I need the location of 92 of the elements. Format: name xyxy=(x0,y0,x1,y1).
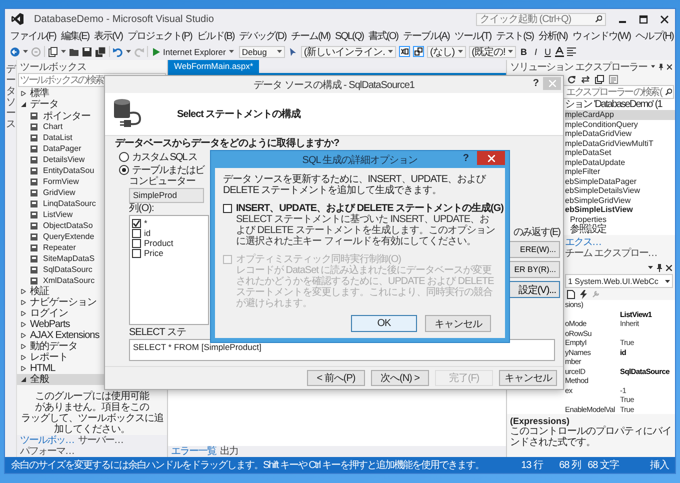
toolbox-category[interactable]: ログイン xyxy=(17,308,167,319)
menu-item[interactable]: テーブル(A) xyxy=(402,29,450,43)
table-label: コンピューター xyxy=(128,176,196,188)
column-label[interactable]: Price xyxy=(144,248,164,258)
dialog-heading: Select ステートメントの構成 xyxy=(177,108,301,121)
menu-item[interactable]: ファイル(F) xyxy=(10,29,56,43)
menu-item[interactable]: ヘルプ(H) xyxy=(635,29,674,43)
line-indicator: 13 行 xyxy=(520,459,543,472)
sql-label: SELECT ステ xyxy=(128,327,187,339)
solution-item[interactable]: ebSimpleGridView xyxy=(565,196,675,205)
solution-item[interactable]: ebSimpleListView xyxy=(565,205,675,214)
option-label[interactable]: INSERT、UPDATE、および DELETE ステートメントの生成(G) xyxy=(236,201,504,215)
solution-item[interactable]: mpleCardApp xyxy=(565,110,675,120)
toolbox-category[interactable]: HTML xyxy=(17,363,167,374)
solution-item[interactable]: Properties xyxy=(565,214,675,224)
menu-item[interactable]: ツール(T) xyxy=(454,29,492,43)
panel-tab[interactable]: エラー一覧 xyxy=(171,446,216,457)
column-label[interactable]: Product xyxy=(144,238,174,248)
empty-group-message: このグループには使用可能 xyxy=(35,391,149,402)
panel-title: ソリューション エクスプローラー xyxy=(510,60,647,74)
format-button[interactable]: B xyxy=(519,46,528,56)
panel-tab[interactable]: サーバー… xyxy=(78,435,123,446)
toolbox-item[interactable]: Chart xyxy=(17,121,167,132)
option-label[interactable]: カスタム SQL ス xyxy=(132,150,198,164)
column-label[interactable]: id xyxy=(144,228,151,238)
menu-item[interactable]: 書式(O) xyxy=(368,29,398,43)
menu-item[interactable]: ビルド(B) xyxy=(196,29,234,43)
menu-item[interactable]: ウィンドウ(W) xyxy=(572,29,630,43)
solution-item[interactable]: ション 'DatabaseDemo' (1 xyxy=(565,99,675,110)
wizard-button[interactable]: キャンセル xyxy=(499,370,557,386)
menu-item[interactable]: プロジェクト(P) xyxy=(127,29,192,43)
panel-tab[interactable]: 出力 xyxy=(220,446,238,457)
help-button[interactable]: ? xyxy=(532,78,539,89)
option-label[interactable]: テーブルまたはビ xyxy=(132,162,204,176)
toolbox-item[interactable]: XmlDataSourc xyxy=(17,275,167,286)
solution-item[interactable]: ebSimpleDetailsView xyxy=(565,186,675,196)
block-format-dropdown[interactable]: (新しいインライン. xyxy=(300,46,396,58)
menu-item[interactable]: デバッグ(D) xyxy=(239,29,286,43)
character-indicator: 68 文字 xyxy=(586,458,619,472)
solution-item[interactable]: mpleConditionQuery xyxy=(565,120,675,129)
dialog-title: SQL 生成の詳細オプション xyxy=(302,154,418,166)
panel-tab[interactable]: エクス… xyxy=(565,237,601,248)
menu-item[interactable]: SQL(Q) xyxy=(335,30,364,42)
toolbox-category[interactable]: データ xyxy=(17,99,167,110)
wizard-button[interactable]: < 前へ(P) xyxy=(307,370,365,386)
solution-item[interactable]: mpleDataUpdate xyxy=(565,158,675,167)
toolbox-category[interactable]: 検証 xyxy=(17,286,167,297)
toolbox-category[interactable]: 標準 xyxy=(17,88,167,99)
solution-item[interactable]: mpleDataSet xyxy=(565,148,675,158)
target-rule-dropdown[interactable]: (なし) xyxy=(426,46,466,58)
menu-item[interactable]: テスト(S) xyxy=(496,29,534,43)
toolbox-item[interactable]: ポインター xyxy=(17,110,167,121)
solution-item[interactable]: mpleDataGridViewMultiT xyxy=(565,138,675,148)
configuration-dropdown[interactable]: Debug xyxy=(238,46,285,58)
column-indicator: 68 列 xyxy=(558,459,581,472)
menu-item[interactable]: 分析(N) xyxy=(538,29,568,43)
run-button[interactable]: Internet Explorer xyxy=(151,46,236,56)
distinct-label[interactable]: のみ返す(E) xyxy=(514,227,560,238)
description-title: (Expressions) xyxy=(510,416,571,426)
columns-label: 列(O): xyxy=(128,203,155,215)
format-button[interactable]: I xyxy=(531,46,540,56)
font-dropdown[interactable]: (既定の! xyxy=(468,46,516,58)
wizard-button[interactable]: 次へ(N) > xyxy=(371,370,429,386)
question-label: データベースからデータをどのように取得しますか? xyxy=(115,138,340,150)
toolbox-category[interactable]: ナビゲーション xyxy=(17,297,167,308)
dialog-button[interactable]: キャンセル xyxy=(425,315,491,332)
solution-item[interactable]: mpleFilter xyxy=(565,167,675,176)
panel-tab[interactable]: ツールボッ… xyxy=(20,435,74,446)
intro-text: データ ソースを更新するために、INSERT、UPDATE、および DELETE ステートメントを追加して生成できます。 xyxy=(223,174,488,196)
menu-item[interactable]: 表示(V) xyxy=(94,29,122,43)
toolbox-item[interactable]: SqlDataSourc xyxy=(17,264,167,275)
menu-item[interactable]: 編集(E) xyxy=(60,29,90,43)
insert-mode-indicator: 挿入 xyxy=(649,458,669,472)
empty-group-message: ラッグして、ツールボックスに追加してください。 xyxy=(20,413,164,435)
description-text: このコントロールのプロパティにバインドされた式です。 xyxy=(510,426,672,448)
format-button[interactable]: U xyxy=(543,46,552,56)
panel-title: ツールボックス xyxy=(20,60,86,74)
menu-item[interactable]: チーム(M) xyxy=(291,29,330,43)
panel-tab[interactable]: パフォーマ… xyxy=(20,446,74,457)
solution-item[interactable]: ebSimpleDataPager xyxy=(565,176,675,186)
quick-launch-field[interactable]: クイック起動 (Ctrl+Q) xyxy=(476,12,606,26)
empty-group-message: がありません。項目をこの xyxy=(35,402,149,413)
table-dropdown[interactable]: SimpleProd xyxy=(129,188,204,203)
help-button[interactable]: ? xyxy=(462,153,469,164)
window-title: DatabaseDemo - Microsoft Visual Studio xyxy=(34,14,214,24)
solution-item[interactable]: 参照設定 xyxy=(565,224,675,235)
solution-item[interactable]: mpleDataGridView xyxy=(565,129,675,138)
dialog-title: データ ソースの構成 - SqlDataSource1 xyxy=(254,78,414,92)
panel-tab[interactable]: チーム エクスプロー… xyxy=(565,248,657,259)
status-message: 余白のサイズを変更するには余白ハンドルをドラッグします。Shift キーや Ctrl キーを押すと追加機能を使用できます。 xyxy=(11,458,484,472)
document-tab[interactable]: WebFormMain.aspx* xyxy=(168,60,260,73)
dialog-button[interactable]: OK xyxy=(351,315,417,332)
